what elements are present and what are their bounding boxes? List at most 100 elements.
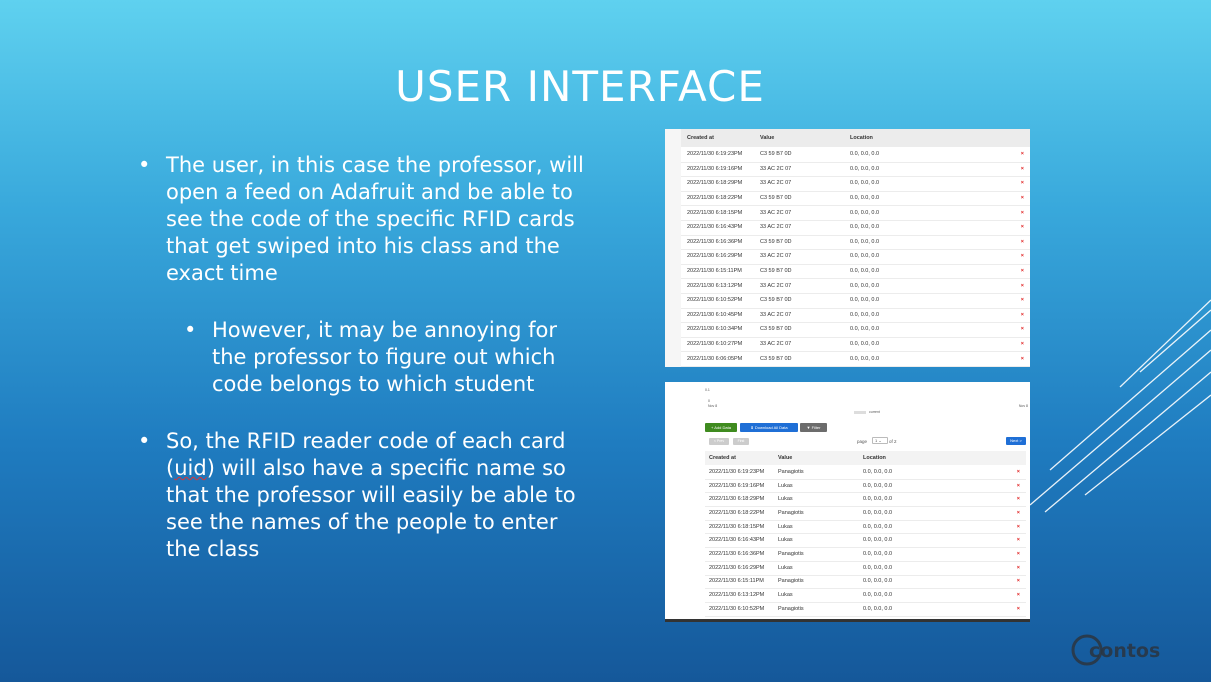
delete-icon[interactable]: × [1021,283,1024,289]
slide-title: USER INTERFACE [395,62,765,111]
created-at-cell: 2022/11/30 6:13:12PM [687,282,743,289]
chart-zero-label: 0 [708,399,710,403]
value-cell: 33 AC 2C 07 [760,253,792,260]
table-row: 2022/11/30 6:10:52PM Panagiotis 0.0, 0.0, … [705,602,1026,617]
bullet-text: However, it may be annoying for the prof… [212,318,557,396]
table-row: 2022/11/30 6:06:05PM C3 59 B7 0D 0.0, 0.0,… [681,351,1030,367]
table-row: 2022/11/30 6:15:11PM C3 59 B7 0D 0.0, 0.0,… [681,264,1030,280]
delete-icon[interactable]: × [1017,469,1020,475]
delete-icon[interactable]: × [1021,312,1024,318]
chart-date-left: Nov 8 [708,404,718,408]
location-cell: 0.0, 0.0, 0.0 [863,496,893,503]
table-row: 2022/11/30 6:16:36PM C3 59 B7 0D 0.0, 0.0,… [681,235,1030,251]
delete-icon[interactable]: × [1021,224,1024,230]
value-cell: Lukas [778,537,793,544]
chart-date-right: Nov 8 [1018,404,1028,408]
value-cell: C3 59 B7 0D [760,355,792,362]
location-cell: 0.0, 0.0, 0.0 [850,253,880,260]
delete-icon[interactable]: × [1017,551,1020,557]
table-row: 2022/11/30 6:13:12PM Lukas 0.0, 0.0, 0.0 × [705,588,1026,603]
location-cell: 0.0, 0.0, 0.0 [863,605,893,612]
delete-icon[interactable]: × [1021,253,1024,259]
feed-table-screenshot: Created at Value Location 2022/11/30 6:1… [665,129,1030,367]
delete-icon[interactable]: × [1017,524,1020,530]
delete-icon[interactable]: × [1017,496,1020,502]
location-cell: 0.0, 0.0, 0.0 [850,209,880,216]
delete-icon[interactable]: × [1017,510,1020,516]
location-cell: 0.0, 0.0, 0.0 [850,355,880,362]
table-row: 2022/11/30 6:18:15PM Lukas 0.0, 0.0, 0.0 × [705,520,1026,535]
table-row: 2022/11/30 6:18:22PM C3 59 B7 0D 0.0, 0.0,… [681,191,1030,207]
table-row: 2022/11/30 6:16:29PM Lukas 0.0, 0.0, 0.0 × [705,561,1026,576]
bullet-item: • The user, in this case the professor, … [138,152,588,287]
header-created-at: Created at [709,455,736,461]
value-cell: 33 AC 2C 07 [760,224,792,231]
add-data-button[interactable]: + Add Data [705,423,737,432]
next-button[interactable]: Next > [1006,437,1026,445]
filter-button[interactable]: ▼ Filter [800,423,827,432]
header-location: Location [863,455,886,461]
created-at-cell: 2022/11/30 6:19:23PM [709,468,765,475]
delete-icon[interactable]: × [1021,195,1024,201]
location-cell: 0.0, 0.0, 0.0 [863,523,893,530]
created-at-cell: 2022/11/30 6:16:36PM [709,551,765,558]
created-at-cell: 2022/11/30 6:18:15PM [687,209,743,216]
delete-icon[interactable]: × [1017,483,1020,489]
page-label: page [857,439,868,444]
delete-icon[interactable]: × [1021,341,1024,347]
delete-icon[interactable]: × [1021,239,1024,245]
location-cell: 0.0, 0.0, 0.0 [850,238,880,245]
location-cell: 0.0, 0.0, 0.0 [850,224,880,231]
created-at-cell: 2022/11/30 6:16:43PM [687,224,743,231]
location-cell: 0.0, 0.0, 0.0 [863,578,893,585]
header-location: Location [850,135,873,141]
value-cell: Lukas [778,523,793,530]
location-cell: 0.0, 0.0, 0.0 [863,564,893,571]
table-row: 2022/11/30 6:18:15PM 33 AC 2C 07 0.0, 0.0,… [681,205,1030,221]
delete-icon[interactable]: × [1017,578,1020,584]
created-at-cell: 2022/11/30 6:10:27PM [687,341,743,348]
download-all-data-button[interactable]: ⬇ Download All Data [740,423,798,432]
delete-icon[interactable]: × [1021,268,1024,274]
delete-icon[interactable]: × [1017,606,1020,612]
bullet-text: The user, in this case the professor, wi… [166,153,584,285]
location-cell: 0.0, 0.0, 0.0 [850,268,880,275]
bullet-dot: • [138,153,151,177]
value-cell: Lukas [778,496,793,503]
delete-icon[interactable]: × [1021,166,1024,172]
delete-icon[interactable]: × [1017,537,1020,543]
value-cell: 33 AC 2C 07 [760,180,792,187]
value-cell: 33 AC 2C 07 [760,165,792,172]
table-row: 2022/11/30 6:16:43PM 33 AC 2C 07 0.0, 0.0,… [681,220,1030,236]
first-button[interactable]: First [733,438,749,445]
created-at-cell: 2022/11/30 6:16:43PM [709,537,765,544]
table-row: 2022/11/30 6:13:12PM 33 AC 2C 07 0.0, 0.0,… [681,278,1030,294]
delete-icon[interactable]: × [1017,565,1020,571]
delete-icon[interactable]: × [1021,210,1024,216]
created-at-cell: 2022/11/30 6:19:16PM [709,482,765,489]
delete-icon[interactable]: × [1021,326,1024,332]
page-select[interactable]: 1 ⌄ [872,437,888,444]
header-value: Value [778,455,793,461]
table-row: 2022/11/30 6:10:52PM C3 59 B7 0D 0.0, 0.0,… [681,293,1030,309]
delete-icon[interactable]: × [1021,180,1024,186]
location-cell: 0.0, 0.0, 0.0 [850,282,880,289]
delete-icon[interactable]: × [1021,297,1024,303]
slide: USER INTERFACE • The user, in this case … [0,0,1211,682]
prev-button[interactable]: < Prev [709,438,729,445]
value-cell: 33 AC 2C 07 [760,311,792,318]
value-cell: Panagiotis [778,551,804,558]
table-row: 2022/11/30 6:10:27PM 33 AC 2C 07 0.0, 0.0,… [681,337,1030,353]
created-at-cell: 2022/11/30 6:13:12PM [709,592,765,599]
created-at-cell: 2022/11/30 6:18:15PM [709,523,765,530]
delete-icon[interactable]: × [1021,151,1024,157]
value-cell: C3 59 B7 0D [760,297,792,304]
value-cell: C3 59 B7 0D [760,238,792,245]
logo-text: contoso [1089,640,1161,662]
location-cell: 0.0, 0.0, 0.0 [863,468,893,475]
delete-icon[interactable]: × [1021,356,1024,362]
delete-icon[interactable]: × [1017,592,1020,598]
value-cell: C3 59 B7 0D [760,268,792,275]
created-at-cell: 2022/11/30 6:10:52PM [709,605,765,612]
bullet-dot: • [184,318,197,342]
